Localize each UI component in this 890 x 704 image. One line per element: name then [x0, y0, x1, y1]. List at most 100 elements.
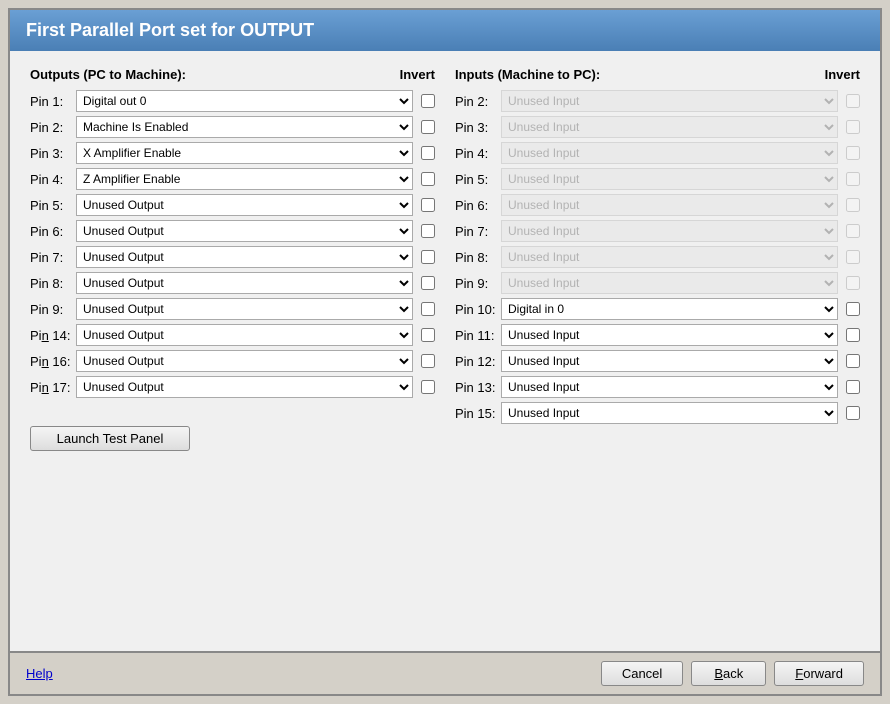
output-pin-4-invert[interactable] [421, 172, 435, 186]
input-pin-13-label: Pin 13: [455, 380, 497, 395]
input-pin-13-invert[interactable] [846, 380, 860, 394]
output-pin-17-row: Pin 17: Unused Output [30, 376, 435, 398]
input-pin-11-invert[interactable] [846, 328, 860, 342]
inputs-invert-label: Invert [825, 67, 860, 82]
input-pin-2-label: Pin 2: [455, 94, 497, 109]
input-pin-12-select[interactable]: Unused Input [501, 350, 838, 372]
output-pin-9-label: Pin 9: [30, 302, 72, 317]
output-pin-2-label: Pin 2: [30, 120, 72, 135]
input-pin-8-select: Unused Input [501, 246, 838, 268]
input-pin-3-select: Unused Input [501, 116, 838, 138]
launch-test-panel-button[interactable]: Launch Test Panel [30, 426, 190, 451]
input-pin-12-invert[interactable] [846, 354, 860, 368]
output-pin-6-invert[interactable] [421, 224, 435, 238]
output-pin-2-select[interactable]: Machine Is Enabled Unused Output [76, 116, 413, 138]
input-pin-9-row: Pin 9: Unused Input [455, 272, 860, 294]
input-pin-6-label: Pin 6: [455, 198, 497, 213]
output-pin-5-select[interactable]: Unused Output [76, 194, 413, 216]
input-pin-9-select: Unused Input [501, 272, 838, 294]
inputs-column: Inputs (Machine to PC): Invert Pin 2: Un… [455, 67, 860, 451]
inputs-label: Inputs (Machine to PC): [455, 67, 600, 82]
output-pin-1-label: Pin 1: [30, 94, 72, 109]
input-pin-4-invert [846, 146, 860, 160]
output-pin-6-row: Pin 6: Unused Output [30, 220, 435, 242]
output-pin-9-select[interactable]: Unused Output [76, 298, 413, 320]
footer-left: Help [26, 666, 601, 681]
forward-button[interactable]: Forward [774, 661, 864, 686]
output-pin-5-label: Pin 5: [30, 198, 72, 213]
input-pin-10-row: Pin 10: Digital in 0 Unused Input [455, 298, 860, 320]
output-pin-6-select[interactable]: Unused Output [76, 220, 413, 242]
content-area: Outputs (PC to Machine): Invert Pin 1: D… [10, 51, 880, 651]
input-pin-2-select: Unused Input [501, 90, 838, 112]
output-pin-3-select[interactable]: X Amplifier Enable Unused Output [76, 142, 413, 164]
output-pin-4-select[interactable]: Z Amplifier Enable Unused Output [76, 168, 413, 190]
input-pin-8-row: Pin 8: Unused Input [455, 246, 860, 268]
window-title: First Parallel Port set for OUTPUT [26, 20, 314, 40]
columns-container: Outputs (PC to Machine): Invert Pin 1: D… [30, 67, 860, 451]
input-pin-3-label: Pin 3: [455, 120, 497, 135]
input-pin-11-row: Pin 11: Unused Input [455, 324, 860, 346]
input-pin-13-row: Pin 13: Unused Input [455, 376, 860, 398]
output-pin-4-label: Pin 4: [30, 172, 72, 187]
outputs-invert-label: Invert [400, 67, 435, 82]
input-pin-5-row: Pin 5: Unused Input [455, 168, 860, 190]
input-pin-5-select: Unused Input [501, 168, 838, 190]
output-pin-14-select[interactable]: Unused Output [76, 324, 413, 346]
main-window: First Parallel Port set for OUTPUT Outpu… [8, 8, 882, 696]
input-pin-12-label: Pin 12: [455, 354, 497, 369]
input-pin-3-row: Pin 3: Unused Input [455, 116, 860, 138]
input-pin-11-label: Pin 11: [455, 328, 497, 343]
input-pin-7-label: Pin 7: [455, 224, 497, 239]
output-pin-17-select[interactable]: Unused Output [76, 376, 413, 398]
output-pin-17-invert[interactable] [421, 380, 435, 394]
inputs-header: Inputs (Machine to PC): Invert [455, 67, 860, 82]
output-pin-2-row: Pin 2: Machine Is Enabled Unused Output [30, 116, 435, 138]
input-pin-7-select: Unused Input [501, 220, 838, 242]
input-pin-15-select[interactable]: Unused Input [501, 402, 838, 424]
input-pin-7-row: Pin 7: Unused Input [455, 220, 860, 242]
input-pin-8-label: Pin 8: [455, 250, 497, 265]
output-pin-1-invert[interactable] [421, 94, 435, 108]
input-pin-10-select[interactable]: Digital in 0 Unused Input [501, 298, 838, 320]
output-pin-2-invert[interactable] [421, 120, 435, 134]
input-pin-11-select[interactable]: Unused Input [501, 324, 838, 346]
input-pin-4-select: Unused Input [501, 142, 838, 164]
output-pin-7-invert[interactable] [421, 250, 435, 264]
output-pin-3-row: Pin 3: X Amplifier Enable Unused Output [30, 142, 435, 164]
output-pin-14-row: Pin 14: Unused Output [30, 324, 435, 346]
footer-right: Cancel Back Forward [601, 661, 864, 686]
output-pin-7-row: Pin 7: Unused Output [30, 246, 435, 268]
input-pin-13-select[interactable]: Unused Input [501, 376, 838, 398]
output-pin-16-label: Pin 16: [30, 354, 72, 369]
output-pin-3-invert[interactable] [421, 146, 435, 160]
output-pin-14-invert[interactable] [421, 328, 435, 342]
input-pin-6-invert [846, 198, 860, 212]
output-pin-8-row: Pin 8: Unused Output [30, 272, 435, 294]
output-pin-5-row: Pin 5: Unused Output [30, 194, 435, 216]
output-pin-16-invert[interactable] [421, 354, 435, 368]
input-pin-5-invert [846, 172, 860, 186]
cancel-button[interactable]: Cancel [601, 661, 683, 686]
output-pin-1-row: Pin 1: Digital out 0 Unused Output [30, 90, 435, 112]
help-button[interactable]: Help [26, 666, 53, 681]
output-pin-7-label: Pin 7: [30, 250, 72, 265]
output-pin-7-select[interactable]: Unused Output [76, 246, 413, 268]
output-pin-16-row: Pin 16: Unused Output [30, 350, 435, 372]
input-pin-4-row: Pin 4: Unused Input [455, 142, 860, 164]
outputs-label: Outputs (PC to Machine): [30, 67, 186, 82]
output-pin-16-select[interactable]: Unused Output [76, 350, 413, 372]
output-pin-5-invert[interactable] [421, 198, 435, 212]
input-pin-15-invert[interactable] [846, 406, 860, 420]
input-pin-15-label: Pin 15: [455, 406, 497, 421]
input-pin-10-invert[interactable] [846, 302, 860, 316]
output-pin-9-invert[interactable] [421, 302, 435, 316]
back-button[interactable]: Back [691, 661, 766, 686]
input-pin-7-invert [846, 224, 860, 238]
input-pin-6-select: Unused Input [501, 194, 838, 216]
output-pin-8-invert[interactable] [421, 276, 435, 290]
input-pin-4-label: Pin 4: [455, 146, 497, 161]
output-pin-1-select[interactable]: Digital out 0 Unused Output [76, 90, 413, 112]
input-pin-9-label: Pin 9: [455, 276, 497, 291]
output-pin-8-select[interactable]: Unused Output [76, 272, 413, 294]
